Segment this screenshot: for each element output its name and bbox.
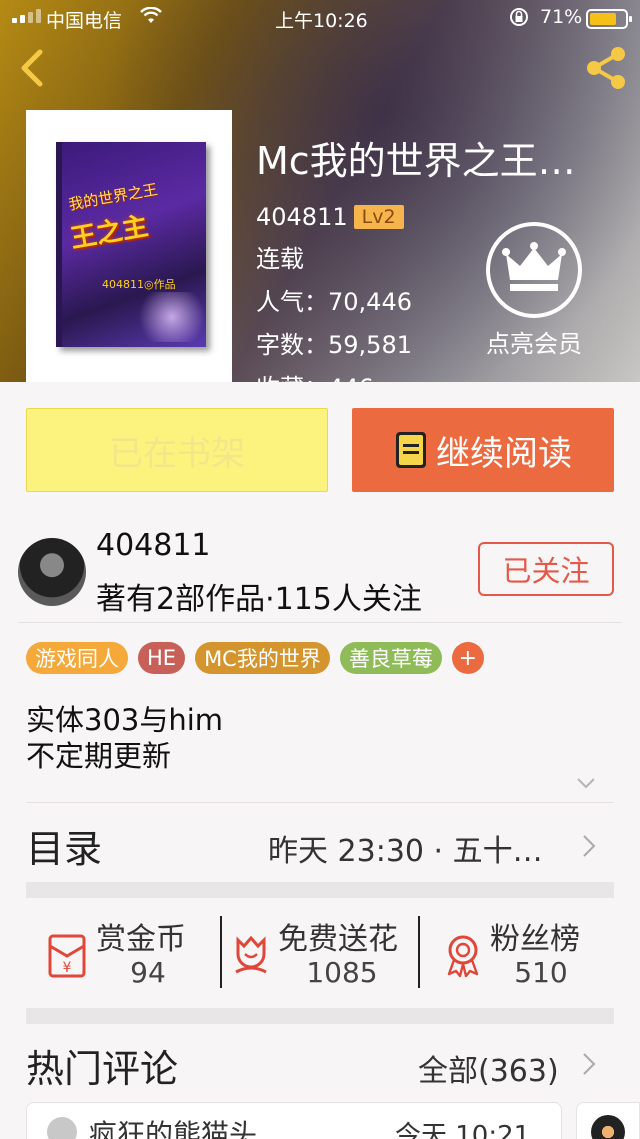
reward-coins-stat[interactable]: ¥ 赏金币 94	[26, 898, 222, 1008]
svg-text:¥: ¥	[63, 960, 72, 976]
expand-chevron-icon[interactable]	[576, 776, 596, 790]
section-separator	[26, 1008, 614, 1024]
level-badge: Lv2	[353, 205, 404, 229]
free-flower-stat[interactable]: 免费送花 1085	[222, 898, 418, 1008]
comment-time: 今天 10:21	[395, 1121, 531, 1139]
comment-card[interactable]	[576, 1102, 640, 1139]
tag-item[interactable]: 游戏同人	[26, 642, 128, 674]
continue-reading-button[interactable]: 继续阅读	[352, 408, 614, 492]
avatar[interactable]	[47, 1117, 77, 1139]
status-bar: 中国电信 上午10:26 71%	[0, 0, 640, 36]
book-cover[interactable]: 我的世界之王 王之主 404811◎作品	[26, 110, 232, 382]
battery-icon	[586, 9, 632, 29]
cover-image: 我的世界之王 王之主 404811◎作品	[56, 142, 206, 347]
cover-title: 我的世界之王	[67, 180, 159, 214]
chevron-right-icon[interactable]	[580, 1052, 598, 1076]
avatar[interactable]	[591, 1115, 625, 1139]
toc-latest-update[interactable]: 昨天 23:30 · 五十…	[268, 826, 574, 870]
red-envelope-icon: ¥	[48, 934, 86, 978]
stats-row: ¥ 赏金币 94 免费送花 1085 粉丝榜 510	[26, 898, 614, 1008]
book-author[interactable]: 404811	[256, 203, 348, 231]
chevron-right-icon[interactable]	[580, 834, 598, 858]
medal-icon	[447, 935, 479, 978]
battery-percent: 71%	[540, 6, 583, 28]
flower-icon	[235, 935, 267, 974]
comment-user[interactable]: 疯狂的熊猫头	[89, 1113, 257, 1139]
cover-author: 404811◎作品	[102, 278, 176, 291]
book-icon	[396, 432, 426, 468]
back-icon[interactable]	[14, 48, 54, 88]
fan-ranking-stat[interactable]: 粉丝榜 510	[420, 898, 614, 1008]
author-avatar[interactable]	[18, 538, 86, 606]
section-separator	[26, 882, 614, 898]
signal-icon	[12, 9, 41, 23]
favorites-stat: 收藏：446	[256, 368, 606, 382]
hot-comments-label: 热门评论	[26, 1047, 179, 1091]
wifi-icon	[140, 7, 162, 23]
crown-icon	[486, 222, 582, 318]
carrier-label: 中国电信	[46, 10, 123, 32]
tag-item[interactable]: HE	[138, 642, 186, 674]
comment-card[interactable]: 疯狂的熊猫头 今天 10:21	[26, 1102, 562, 1139]
share-icon[interactable]	[582, 44, 630, 92]
vip-label: 点亮会员	[486, 330, 582, 358]
rotation-lock-icon	[510, 8, 528, 26]
tag-item[interactable]: 善良草莓	[339, 642, 442, 674]
divider	[26, 802, 614, 803]
clock: 上午10:26	[275, 10, 368, 32]
book-description: 实体303与him 不定期更新	[26, 703, 224, 773]
book-detail-panel: 已在书架 继续阅读 404811 著有2部作品·115人关注 已关注 游戏同人 …	[0, 382, 640, 1139]
follow-button[interactable]: 已关注	[478, 542, 614, 596]
on-shelf-button[interactable]: 已在书架	[26, 408, 328, 492]
divider	[18, 622, 622, 623]
book-header: 中国电信 上午10:26 71% 我的世界之王 王之主 404811◎作品 Mc…	[0, 0, 640, 382]
toc-label[interactable]: 目录	[26, 818, 102, 873]
all-comments-link[interactable]: 全部(363)	[418, 1046, 559, 1090]
author-name[interactable]: 404811	[96, 528, 211, 563]
tag-item[interactable]: MC我的世界	[195, 642, 330, 674]
add-tag-button[interactable]: +	[451, 642, 484, 674]
tag-list: 游戏同人 HE MC我的世界 善良草莓 +	[26, 642, 484, 674]
author-meta: 著有2部作品·115人关注	[96, 582, 422, 617]
book-title: Mc我的世界之王…	[256, 139, 576, 183]
vip-button[interactable]: 点亮会员	[478, 222, 590, 359]
